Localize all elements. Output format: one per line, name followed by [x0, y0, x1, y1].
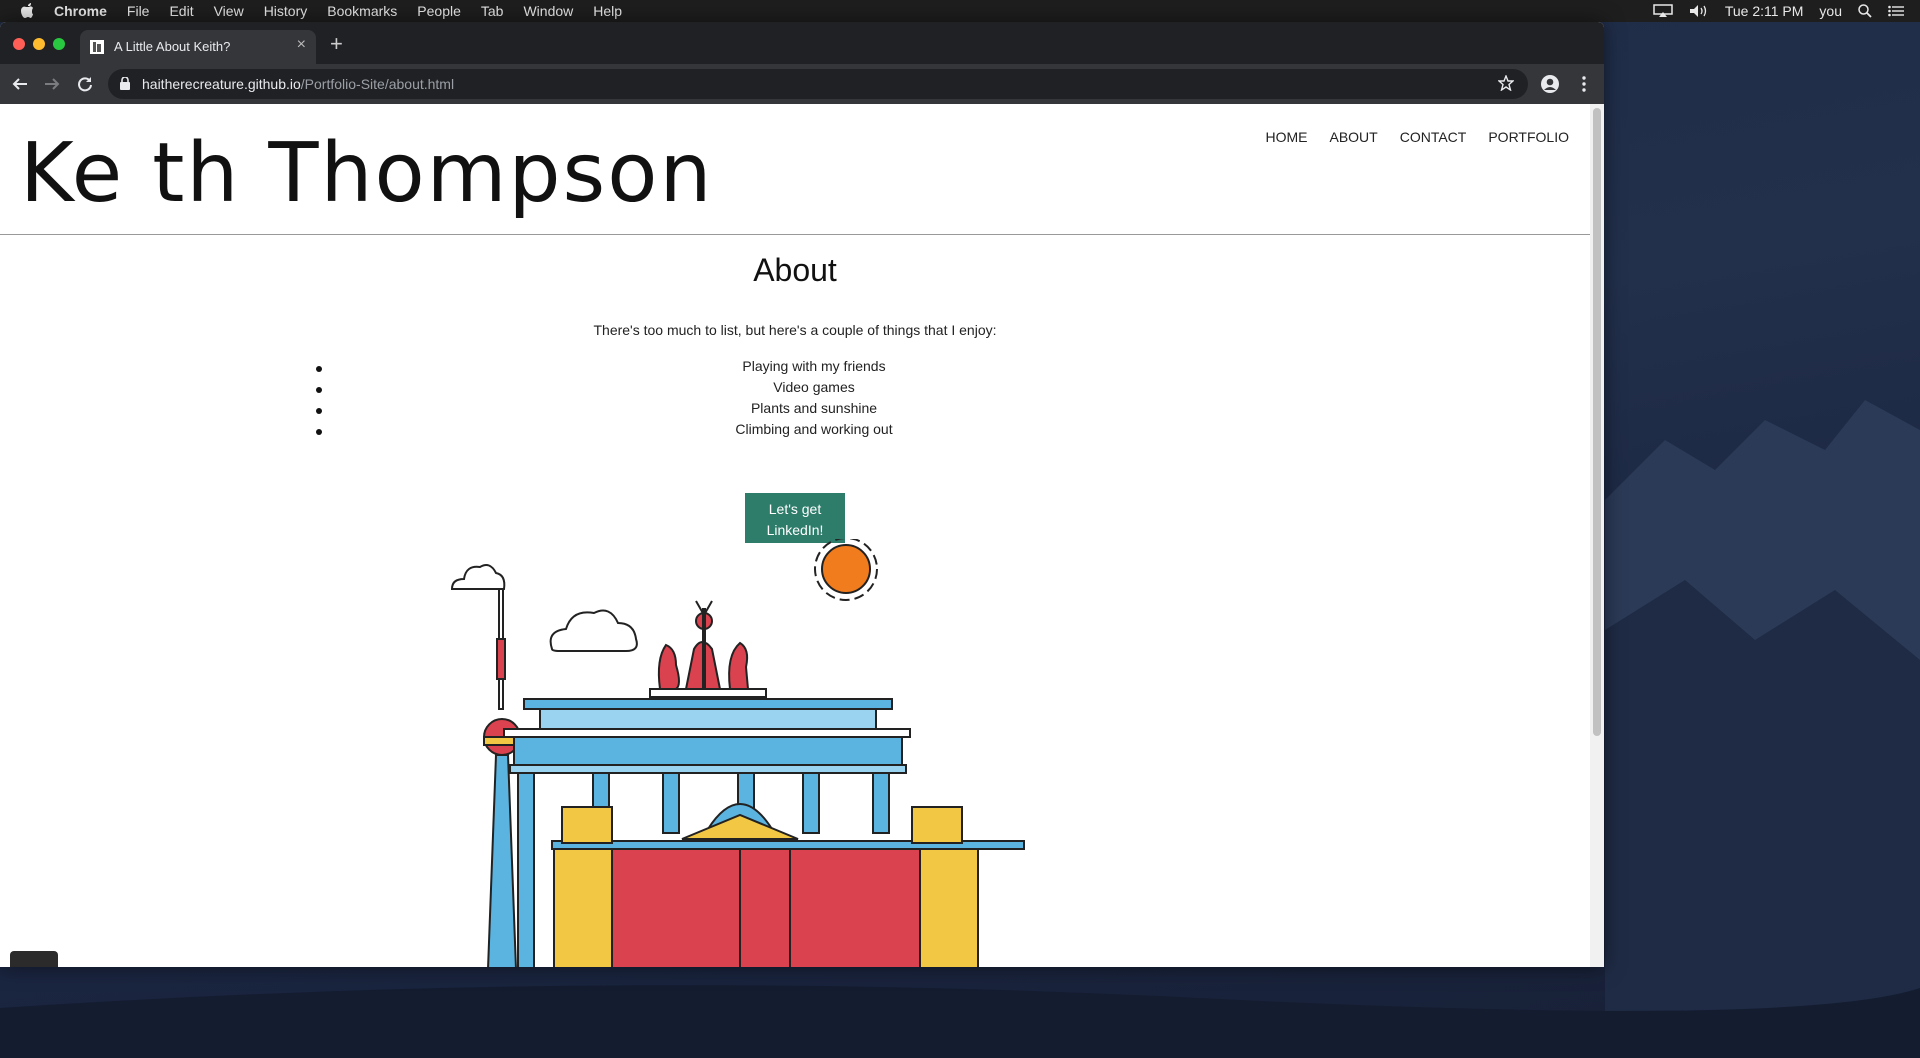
- menu-file[interactable]: File: [127, 3, 150, 19]
- list-item: Climbing and working out: [314, 421, 1314, 442]
- reichstag-icon: [551, 803, 1025, 967]
- menu-history[interactable]: History: [264, 3, 308, 19]
- quadriga-icon: [657, 600, 750, 690]
- page-viewport: Ke th Thompson HOME ABOUT CONTACT PORTFO…: [0, 104, 1604, 967]
- header-divider: [0, 234, 1590, 235]
- site-title: Ke th Thompson: [20, 126, 714, 221]
- lock-icon[interactable]: [120, 76, 130, 93]
- tab-title: A Little About Keith?: [114, 39, 231, 54]
- berlin-landmarks-illustration: [450, 539, 1025, 967]
- menubar-app-name[interactable]: Chrome: [54, 3, 107, 19]
- menu-view[interactable]: View: [214, 3, 244, 19]
- list-item: Playing with my friends: [314, 358, 1314, 379]
- likes-list: Playing with my friends Video games Plan…: [314, 358, 1314, 442]
- accessibility-widget-button[interactable]: [10, 951, 58, 967]
- forward-button[interactable]: [42, 74, 62, 94]
- apple-icon[interactable]: [20, 3, 36, 19]
- spotlight-search-icon[interactable]: [1858, 4, 1872, 18]
- intro-text: There's too much to list, but here's a c…: [593, 322, 997, 338]
- minimize-window-button[interactable]: [33, 38, 45, 50]
- reload-button[interactable]: [75, 74, 95, 94]
- bullet-icon: [316, 366, 322, 372]
- address-bar[interactable]: haitherecreature.github.io/Portfolio-Sit…: [108, 69, 1528, 99]
- menu-window[interactable]: Window: [523, 3, 573, 19]
- volume-icon[interactable]: [1689, 4, 1709, 18]
- bullet-icon: [316, 429, 322, 435]
- sun-icon: [814, 539, 878, 601]
- url-text[interactable]: haitherecreature.github.io/Portfolio-Sit…: [142, 76, 454, 92]
- nav-contact-link[interactable]: CONTACT: [1400, 129, 1467, 145]
- tab-favicon-icon: [90, 40, 104, 54]
- browser-toolbar: haitherecreature.github.io/Portfolio-Sit…: [0, 64, 1604, 104]
- close-tab-icon[interactable]: ×: [297, 36, 306, 54]
- menu-help[interactable]: Help: [593, 3, 622, 19]
- menu-people[interactable]: People: [417, 3, 461, 19]
- nav-about-link[interactable]: ABOUT: [1329, 129, 1377, 145]
- close-window-button[interactable]: [13, 38, 25, 50]
- cloud-icon: [450, 564, 638, 652]
- desktop-mountains: [1605, 400, 1920, 1058]
- notification-center-icon[interactable]: [1888, 5, 1904, 17]
- scrollbar-thumb[interactable]: [1593, 108, 1601, 736]
- zoom-window-button[interactable]: [53, 38, 65, 50]
- bullet-icon: [316, 408, 322, 414]
- nav-home-link[interactable]: HOME: [1265, 129, 1307, 145]
- tab-strip: A Little About Keith? × +: [0, 22, 1604, 64]
- macos-menubar: Chrome File Edit View History Bookmarks …: [0, 0, 1920, 22]
- chrome-menu-icon[interactable]: [1574, 74, 1594, 94]
- menu-bookmarks[interactable]: Bookmarks: [327, 3, 397, 19]
- tv-tower-icon: [483, 588, 521, 967]
- menu-edit[interactable]: Edit: [169, 3, 193, 19]
- new-tab-button[interactable]: +: [330, 31, 343, 57]
- browser-window: A Little About Keith? × + haitherecreatu…: [0, 22, 1604, 967]
- active-tab[interactable]: A Little About Keith? ×: [80, 30, 316, 64]
- bullet-icon: [316, 387, 322, 393]
- page-scrollbar[interactable]: [1590, 104, 1604, 967]
- linkedin-button[interactable]: Let's get LinkedIn!: [745, 493, 845, 543]
- site-nav: HOME ABOUT CONTACT PORTFOLIO: [1243, 129, 1569, 145]
- menubar-clock[interactable]: Tue 2:11 PM: [1725, 3, 1804, 19]
- back-button[interactable]: [10, 74, 30, 94]
- bookmark-star-icon[interactable]: [1497, 74, 1515, 94]
- menubar-user[interactable]: you: [1819, 3, 1842, 19]
- page-heading: About: [753, 252, 837, 288]
- list-item: Plants and sunshine: [314, 400, 1314, 421]
- nav-portfolio-link[interactable]: PORTFOLIO: [1488, 129, 1569, 145]
- list-item: Video games: [314, 379, 1314, 400]
- desktop-dunes: [0, 985, 1920, 1058]
- menu-tab[interactable]: Tab: [481, 3, 504, 19]
- profile-avatar-icon[interactable]: [1540, 74, 1560, 94]
- airplay-icon[interactable]: [1653, 4, 1673, 18]
- glasses-icon: [22, 965, 46, 967]
